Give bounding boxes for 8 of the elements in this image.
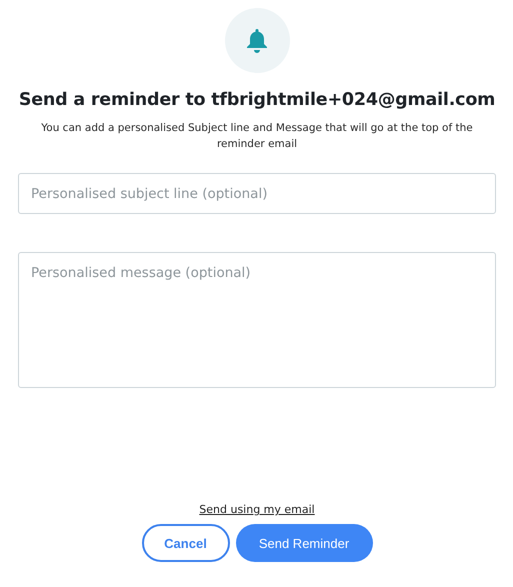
subject-input-field[interactable]: Personalised subject line (optional): [18, 173, 496, 214]
message-input-field[interactable]: Personalised message (optional): [18, 252, 496, 388]
send-using-email-link[interactable]: Send using my email: [199, 503, 315, 516]
cancel-button[interactable]: Cancel: [142, 524, 230, 562]
description-text: You can add a personalised Subject line and Message that will go at the top of the reminder email: [40, 121, 474, 152]
bell-icon: [246, 28, 268, 52]
send-reminder-button[interactable]: Send Reminder: [236, 524, 372, 562]
dialog-title: Send a reminder to tfbrightmile+024@gmail.com: [18, 90, 496, 110]
